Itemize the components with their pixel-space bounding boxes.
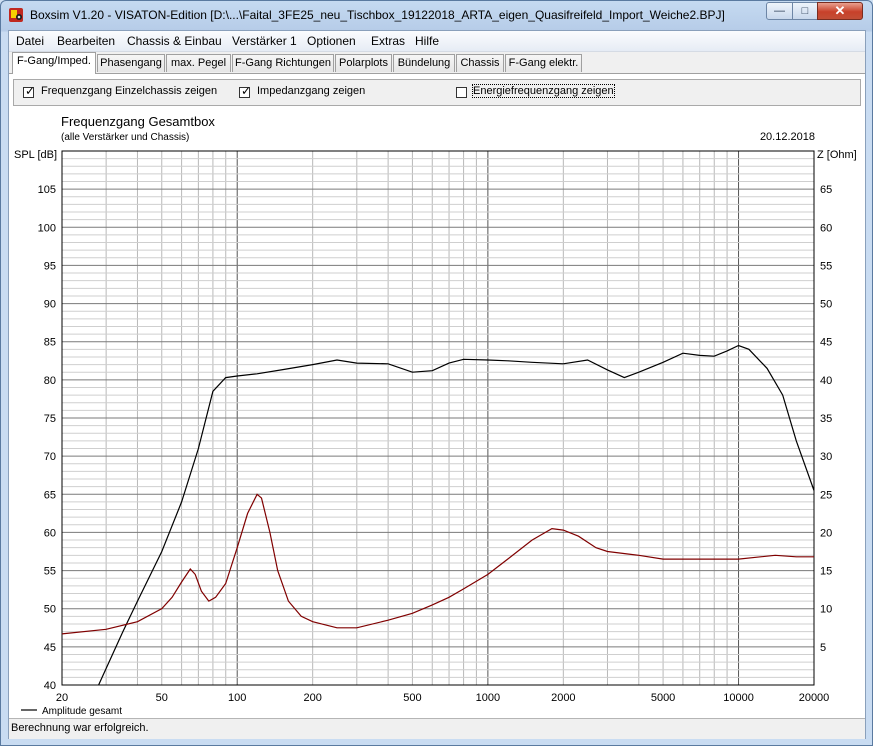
y-tick-label: 65: [44, 489, 56, 501]
y2-tick-label: 5: [820, 642, 826, 654]
tab-panel: ✓ Frequenzgang Einzelchassis zeigen ✓ Im…: [9, 73, 865, 720]
x-tick-label: 2000: [551, 692, 575, 704]
y2-tick-label: 25: [820, 489, 832, 501]
y-axis-label: SPL [dB]: [14, 149, 57, 161]
tab-fgang-imped[interactable]: F-Gang/Imped.: [12, 52, 96, 74]
y2-tick-label: 50: [820, 299, 832, 311]
y-tick-label: 100: [38, 222, 56, 234]
x-tick-label: 10000: [723, 692, 754, 704]
x-tick-label: 50: [156, 692, 168, 704]
y-tick-label: 85: [44, 337, 56, 349]
series: [61, 344, 815, 686]
y2-tick-label: 10: [820, 604, 832, 616]
y-tick-label: 70: [44, 451, 56, 463]
menu-bar: Datei Bearbeiten Chassis & Einbau Verstä…: [9, 31, 865, 52]
app-window: Boxsim V1.20 - VISATON-Edition [D:\...\F…: [0, 0, 873, 746]
tab-fgang-elektr[interactable]: F-Gang elektr.: [505, 54, 582, 72]
status-bar: Berechnung war erfolgreich.: [9, 718, 865, 739]
energie-label[interactable]: Energiefrequenzgang zeigen: [472, 84, 615, 98]
chart-subtitle: (alle Verstärker und Chassis): [61, 132, 189, 143]
menu-extras[interactable]: Extras: [371, 34, 405, 48]
title-bar[interactable]: Boxsim V1.20 - VISATON-Edition [D:\...\F…: [1, 1, 872, 29]
chart-title: Frequenzgang Gesamtbox: [61, 114, 215, 129]
client-area: Datei Bearbeiten Chassis & Einbau Verstä…: [8, 30, 866, 739]
y2-tick-label: 55: [820, 260, 832, 272]
menu-datei[interactable]: Datei: [16, 34, 44, 48]
series-line-3: [61, 493, 814, 635]
x-tick-label: 20000: [799, 692, 830, 704]
y-tick-label: 105: [38, 184, 56, 196]
y-tick-label: 50: [44, 604, 56, 616]
x-tick-label: 5000: [651, 692, 675, 704]
x-tick-label: 100: [228, 692, 246, 704]
energie-checkbox[interactable]: [456, 87, 467, 98]
tick-labels: 20 50 100 200 500 1000 2000 5000 10000 20000 40 45 5…: [38, 184, 833, 704]
checkmark-icon: ✓: [25, 84, 36, 98]
tab-fgang-richtungen[interactable]: F-Gang Richtungen: [232, 54, 334, 72]
y-tick-label: 55: [44, 566, 56, 578]
series-line-1: [98, 344, 815, 686]
einzelchassis-label[interactable]: Frequenzgang Einzelchassis zeigen: [41, 85, 217, 97]
x-tick-label: 1000: [476, 692, 500, 704]
y2-tick-label: 45: [820, 337, 832, 349]
impedanz-checkbox[interactable]: ✓: [239, 84, 252, 98]
tab-max-pegel[interactable]: max. Pegel: [166, 54, 231, 72]
y2-axis-label: Z [Ohm]: [817, 149, 857, 161]
chart-date: 20.12.2018: [760, 131, 815, 143]
menu-verstaerker-1[interactable]: Verstärker 1: [232, 34, 297, 48]
frequency-chart: 20 50 100 200 500 1000 2000 5000 10000 20000 40 45 5…: [14, 114, 857, 720]
window-title: Boxsim V1.20 - VISATON-Edition [D:\...\F…: [30, 8, 725, 22]
y2-tick-label: 35: [820, 413, 832, 425]
menu-bearbeiten[interactable]: Bearbeiten: [57, 34, 115, 48]
einzelchassis-checkbox[interactable]: ✓: [23, 84, 36, 98]
x-tick-label: 500: [403, 692, 421, 704]
tab-strip: F-Gang/Imped. Phasengang max. Pegel F-Ga…: [9, 52, 865, 74]
y2-tick-label: 20: [820, 527, 832, 539]
maximize-button[interactable]: □: [792, 2, 818, 20]
close-button[interactable]: ✕: [817, 2, 863, 20]
legend-label: Amplitude gesamt: [42, 706, 122, 717]
y2-tick-label: 60: [820, 222, 832, 234]
menu-hilfe[interactable]: Hilfe: [415, 34, 439, 48]
status-text: Berechnung war erfolgreich.: [11, 722, 149, 734]
y2-tick-label: 15: [820, 566, 832, 578]
y2-tick-label: 40: [820, 375, 832, 387]
minimize-button[interactable]: —: [766, 2, 793, 20]
impedanz-label[interactable]: Impedanzgang zeigen: [257, 85, 365, 97]
y-tick-label: 95: [44, 260, 56, 272]
options-panel: ✓ Frequenzgang Einzelchassis zeigen ✓ Im…: [13, 79, 861, 106]
y2-tick-label: 65: [820, 184, 832, 196]
boxsim-app-icon: [9, 8, 23, 22]
y2-tick-label: 30: [820, 451, 832, 463]
y-tick-label: 90: [44, 299, 56, 311]
tab-polarplots[interactable]: Polarplots: [335, 54, 392, 72]
y-tick-label: 80: [44, 375, 56, 387]
tab-phasengang[interactable]: Phasengang: [97, 54, 165, 72]
tab-chassis[interactable]: Chassis: [456, 54, 504, 72]
y-tick-label: 40: [44, 680, 56, 692]
menu-optionen[interactable]: Optionen: [307, 34, 356, 48]
grid: [61, 150, 815, 686]
tab-buendelung[interactable]: Bündelung: [393, 54, 455, 72]
y-tick-label: 45: [44, 642, 56, 654]
y-tick-label: 75: [44, 413, 56, 425]
x-tick-label: 200: [303, 692, 321, 704]
x-tick-label: 20: [56, 692, 68, 704]
y-tick-label: 60: [44, 527, 56, 539]
menu-chassis-einbau[interactable]: Chassis & Einbau: [127, 34, 222, 48]
checkmark-icon: ✓: [241, 84, 252, 98]
